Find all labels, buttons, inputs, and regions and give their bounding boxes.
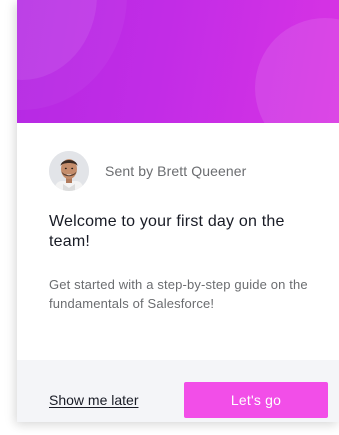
show-me-later-link[interactable]: Show me later [49,392,138,408]
person-avatar-icon [49,151,89,191]
card-description: Get started with a step-by-step guide on… [49,277,308,311]
page: Sent by Brett Queener Welcome to your fi… [0,0,339,435]
card-title: Welcome to your first day on the team! [49,213,285,250]
onboarding-card: Sent by Brett Queener Welcome to your fi… [17,0,339,422]
decorative-circle [255,18,339,123]
hero-banner [17,0,339,123]
sender-row: Sent by Brett Queener [49,150,246,192]
sender-label: Sent by Brett Queener [105,163,247,179]
lets-go-button[interactable]: Let's go [184,382,328,418]
avatar [49,151,89,191]
card-footer: Show me later Let's go [17,360,339,422]
